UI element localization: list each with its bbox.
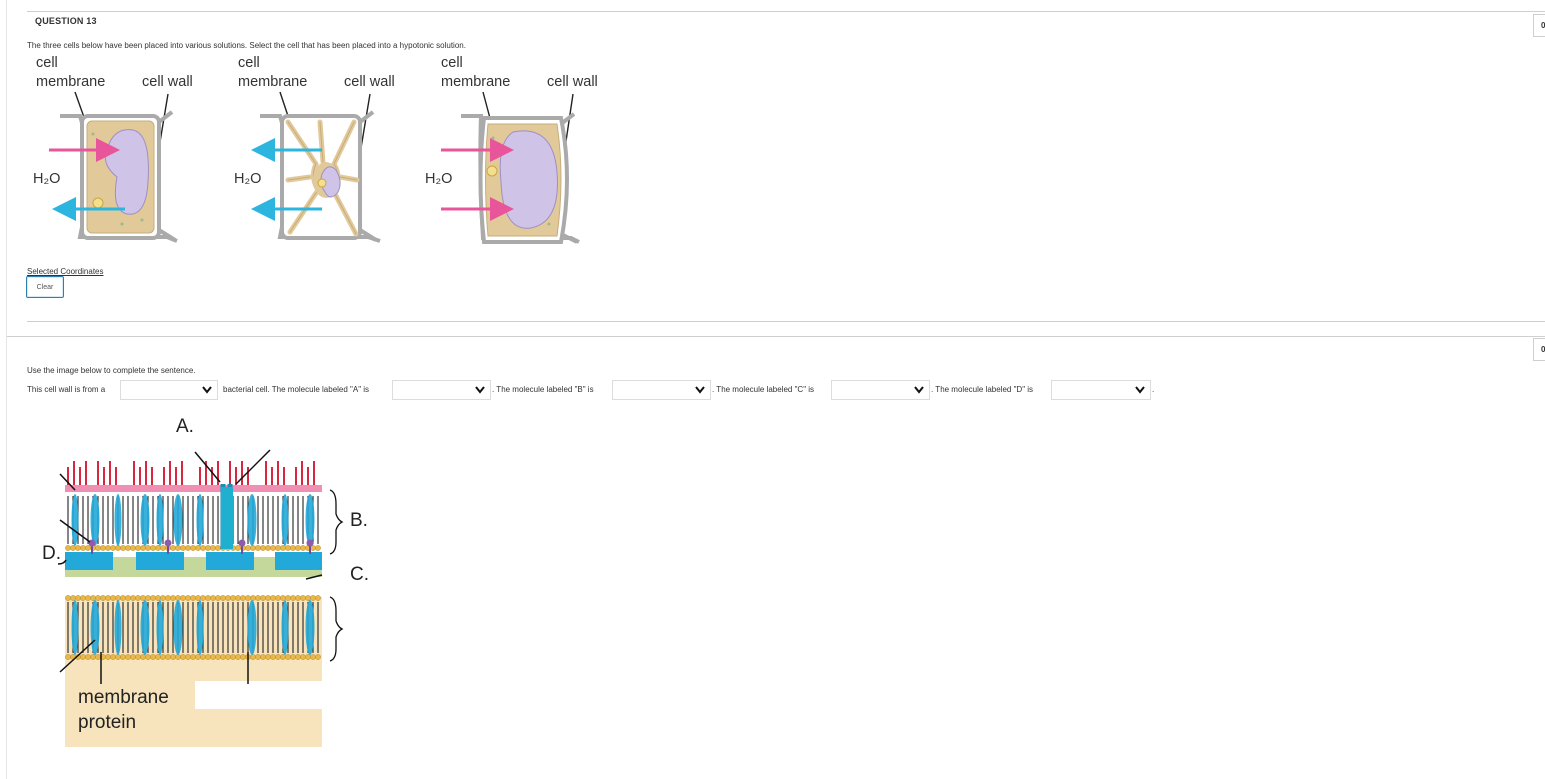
cell-wall-diagram: A. B. C. D. membrane protein <box>40 412 380 757</box>
question-divider-top <box>27 11 1545 12</box>
molecule-c-dropdown[interactable] <box>831 380 930 400</box>
clear-button[interactable]: Clear <box>26 276 64 298</box>
chevron-down-icon <box>695 386 705 394</box>
membrane-protein-label: membrane protein <box>78 687 169 733</box>
plant-cell-illustration <box>49 91 178 243</box>
cell-option-1[interactable]: cell membrane cell wall H₂O <box>27 52 207 252</box>
page-left-border <box>6 0 7 779</box>
sentence-text: . The molecule labeled "B" is <box>492 385 594 394</box>
plant-cell-illustration <box>441 91 580 244</box>
question-prompt: Use the image below to complete the sent… <box>27 366 196 375</box>
sentence-text: bacterial cell. The molecule labeled "A"… <box>223 385 370 394</box>
sentence-text: . The molecule labeled "D" is <box>931 385 1034 394</box>
selected-coordinates-label: Selected Coordinates <box>27 267 104 276</box>
question-divider <box>7 336 1545 337</box>
molecule-b-dropdown[interactable] <box>612 380 711 400</box>
molecule-a-dropdown[interactable] <box>392 380 491 400</box>
points-box: 0 <box>1533 338 1545 361</box>
chevron-down-icon <box>914 386 924 394</box>
chevron-down-icon <box>475 386 485 394</box>
label-a: A. <box>176 416 194 437</box>
question-title: QUESTION 13 <box>35 16 97 26</box>
label-c: C. <box>350 564 369 585</box>
sentence-text: This cell wall is from a <box>27 385 106 394</box>
points-box: 0 <box>1533 14 1545 37</box>
cell-option-3[interactable]: cell membrane cell wall H₂O <box>421 52 611 252</box>
question-prompt: The three cells below have been placed i… <box>27 41 466 50</box>
chevron-down-icon <box>202 386 212 394</box>
label-d: D. <box>42 543 61 564</box>
sentence-text: . <box>1152 385 1155 394</box>
sentence-text: . The molecule labeled "C" is <box>712 385 815 394</box>
question-divider <box>27 321 1545 322</box>
cell-option-2[interactable]: cell membrane cell wall H₂O <box>230 52 410 252</box>
molecule-d-dropdown[interactable] <box>1051 380 1151 400</box>
chevron-down-icon <box>1135 386 1145 394</box>
cell-type-dropdown[interactable] <box>120 380 218 400</box>
label-b: B. <box>350 510 368 531</box>
plant-cell-illustration <box>251 91 381 243</box>
